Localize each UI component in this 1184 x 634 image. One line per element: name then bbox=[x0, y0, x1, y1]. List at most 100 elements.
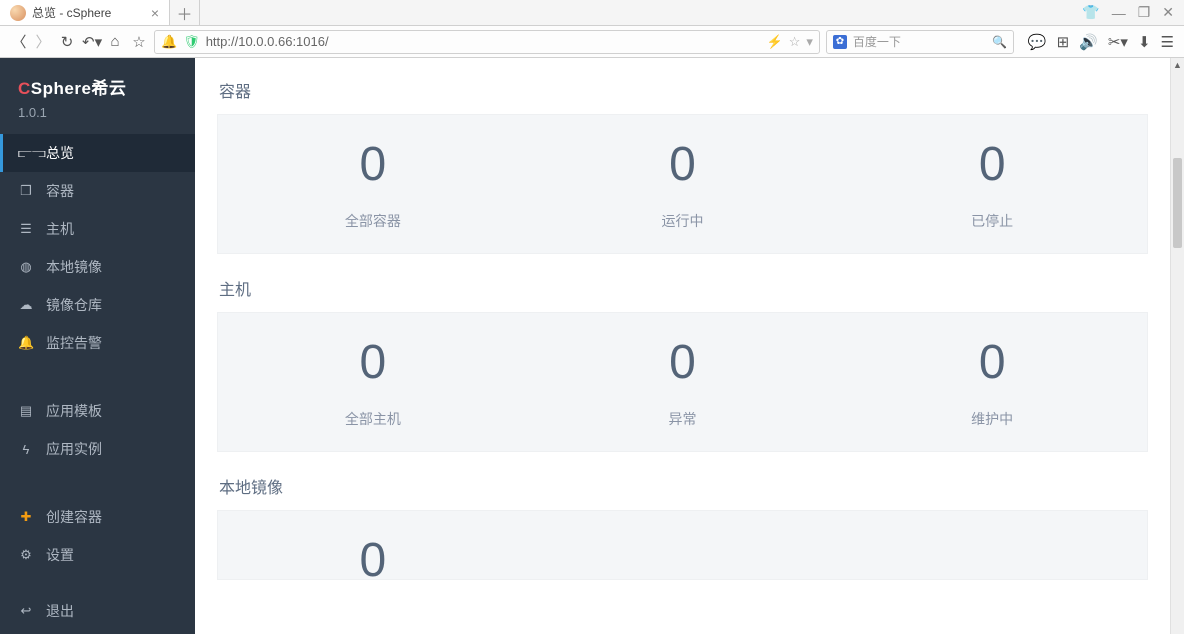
search-icon[interactable]: 🔍 bbox=[992, 35, 1007, 49]
scrollbar-up-icon[interactable]: ▲ bbox=[1171, 58, 1184, 72]
stat-label: 异常 bbox=[528, 409, 838, 429]
baidu-icon: ✿ bbox=[833, 35, 847, 49]
stat-col bbox=[528, 537, 838, 557]
stat-card: 0 全部容器0运行中0 已停止 bbox=[217, 114, 1148, 254]
chat-icon[interactable]: 💬 bbox=[1028, 33, 1047, 51]
stat-value: 0 bbox=[528, 141, 838, 189]
browser-toolbar: 〈 〉 ↻ ↶▾ ⌂ ☆ 🔔 🛡 http://10.0.0.66:1016/ … bbox=[0, 26, 1184, 58]
template-icon: ▤ bbox=[18, 403, 34, 419]
sidebar-item-label: 监控告警 bbox=[46, 333, 102, 353]
cloud-icon: ☁ bbox=[18, 297, 34, 313]
stat-col: 0 异常 bbox=[528, 339, 838, 429]
favorite-icon[interactable]: ☆ bbox=[789, 34, 801, 50]
stat-label: 维护中 bbox=[837, 409, 1147, 429]
stat-col: 0 已停止 bbox=[837, 141, 1147, 231]
stat-value: 0 bbox=[218, 537, 528, 580]
notification-icon: 🔔 bbox=[161, 34, 177, 50]
sidebar-item-cube[interactable]: ❒ 容器 bbox=[0, 172, 195, 210]
sound-icon[interactable]: 🔊 bbox=[1079, 33, 1098, 51]
sidebar-item-label: 本地镜像 bbox=[46, 257, 102, 277]
sidebar-item-exit[interactable]: ↩ 退出 bbox=[0, 592, 195, 630]
flash-icon[interactable]: ⚡ bbox=[767, 34, 783, 50]
browser-tab-strip: 总览 - cSphere × ＋ 👕 — ❐ ✕ bbox=[0, 0, 1184, 26]
scrollbar[interactable]: ▲ bbox=[1170, 58, 1184, 634]
stat-col: 0全部主机 bbox=[218, 339, 528, 429]
browser-tab[interactable]: 总览 - cSphere × bbox=[0, 0, 170, 25]
window-controls: 👕 — ❐ ✕ bbox=[1072, 0, 1184, 25]
stat-col: 0 维护中 bbox=[837, 339, 1147, 429]
section-title: 本地镜像 bbox=[219, 474, 1146, 498]
sidebar-item-label: 镜像仓库 bbox=[46, 295, 102, 315]
back-button[interactable]: 〈 bbox=[10, 31, 28, 52]
tshirt-icon[interactable]: 👕 bbox=[1082, 4, 1099, 21]
stat-label: 已停止 bbox=[837, 211, 1147, 231]
stat-value: 0 bbox=[837, 339, 1147, 387]
url-text: http://10.0.0.66:1016/ bbox=[206, 34, 761, 49]
undo-nav-button[interactable]: ↶▾ bbox=[82, 33, 100, 51]
gear-icon: ⚙ bbox=[18, 547, 34, 563]
scissors-icon[interactable]: ✂▾ bbox=[1108, 33, 1128, 51]
new-tab-button[interactable]: ＋ bbox=[170, 0, 200, 25]
section-title: 容器 bbox=[219, 78, 1146, 102]
search-field[interactable]: ✿ 百度一下 🔍 bbox=[826, 30, 1014, 54]
menu-icon[interactable]: ☰ bbox=[1161, 33, 1174, 51]
sidebar-item-bolt[interactable]: ϟ 应用实例 bbox=[0, 430, 195, 468]
reload-button[interactable]: ↻ bbox=[58, 33, 76, 51]
sidebar-item-label: 主机 bbox=[46, 219, 74, 239]
sidebar-item-cloud[interactable]: ☁ 镜像仓库 bbox=[0, 286, 195, 324]
sidebar-item-label: 退出 bbox=[46, 601, 74, 621]
stat-col: 0 全部容器 bbox=[218, 141, 528, 231]
forward-button[interactable]: 〉 bbox=[34, 31, 52, 52]
close-icon[interactable]: × bbox=[151, 6, 159, 20]
sidebar-item-label: 创建容器 bbox=[46, 507, 102, 527]
search-placeholder: 百度一下 bbox=[853, 33, 986, 50]
server-icon: ☰ bbox=[18, 221, 34, 237]
stat-col: 0运行中 bbox=[528, 141, 838, 231]
bolt-icon: ϟ bbox=[18, 442, 34, 457]
sidebar-item-label: 容器 bbox=[46, 181, 74, 201]
disk-icon: ◍ bbox=[18, 259, 34, 275]
stat-value: 0 bbox=[528, 339, 838, 387]
tab-title: 总览 - cSphere bbox=[32, 4, 145, 21]
sidebar-item-server[interactable]: ☰ 主机 bbox=[0, 210, 195, 248]
sidebar-item-disk[interactable]: ◍ 本地镜像 bbox=[0, 248, 195, 286]
sidebar-item-label: 设置 bbox=[46, 545, 74, 565]
section-title: 主机 bbox=[219, 276, 1146, 300]
sidebar-item-template[interactable]: ▤ 应用模板 bbox=[0, 392, 195, 430]
stat-card: 0全部主机0异常0维护中 bbox=[217, 312, 1148, 452]
chart-icon: ⫍⫎ bbox=[18, 145, 34, 161]
download-icon[interactable]: ⬇ bbox=[1138, 33, 1151, 51]
stat-value: 0 bbox=[837, 141, 1147, 189]
stat-value: 0 bbox=[218, 339, 528, 387]
scrollbar-thumb[interactable] bbox=[1173, 158, 1182, 248]
url-field[interactable]: 🔔 🛡 http://10.0.0.66:1016/ ⚡ ☆ ▾ bbox=[154, 30, 820, 54]
sidebar-item-plus[interactable]: ✚ 创建容器 bbox=[0, 498, 195, 536]
stat-card: 0 bbox=[217, 510, 1148, 580]
page-content: CSphere希云 1.0.1 ⫍⫎总览 ❒ 容器 ☰ 主机 ◍ 本地镜像 ☁ 镜像仓库 🔔 监控告… bbox=[0, 58, 1184, 634]
stat-value: 0 bbox=[218, 141, 528, 189]
maximize-icon[interactable]: ❐ bbox=[1138, 4, 1151, 21]
bookmark-star-button[interactable]: ☆ bbox=[130, 33, 148, 51]
sidebar-item-bell[interactable]: 🔔 监控告警 bbox=[0, 324, 195, 362]
sidebar: CSphere希云 1.0.1 ⫍⫎总览 ❒ 容器 ☰ 主机 ◍ 本地镜像 ☁ 镜像仓库 🔔 监控告… bbox=[0, 58, 195, 634]
tab-favicon bbox=[10, 5, 26, 21]
stat-col bbox=[837, 537, 1147, 557]
plus-icon: ✚ bbox=[18, 509, 34, 525]
shield-icon: 🛡 bbox=[183, 34, 200, 50]
minimize-icon[interactable]: — bbox=[1112, 5, 1126, 21]
sidebar-item-gear[interactable]: ⚙ 设置 bbox=[0, 536, 195, 574]
qr-icon[interactable]: ⊞ bbox=[1057, 33, 1070, 51]
bell-icon: 🔔 bbox=[18, 335, 34, 351]
exit-icon: ↩ bbox=[18, 603, 34, 619]
home-button[interactable]: ⌂ bbox=[106, 33, 124, 50]
version-label: 1.0.1 bbox=[0, 105, 195, 134]
brand-logo: CSphere希云 bbox=[0, 58, 195, 105]
cube-icon: ❒ bbox=[18, 183, 34, 199]
sidebar-item-chart[interactable]: ⫍⫎总览 bbox=[0, 134, 195, 172]
sidebar-item-label: 应用实例 bbox=[46, 439, 102, 459]
sidebar-item-label: 应用模板 bbox=[46, 401, 102, 421]
stat-col: 0 bbox=[218, 537, 528, 557]
close-window-icon[interactable]: ✕ bbox=[1162, 4, 1174, 21]
dropdown-icon[interactable]: ▾ bbox=[806, 34, 813, 50]
stat-label: 全部容器 bbox=[218, 211, 528, 231]
